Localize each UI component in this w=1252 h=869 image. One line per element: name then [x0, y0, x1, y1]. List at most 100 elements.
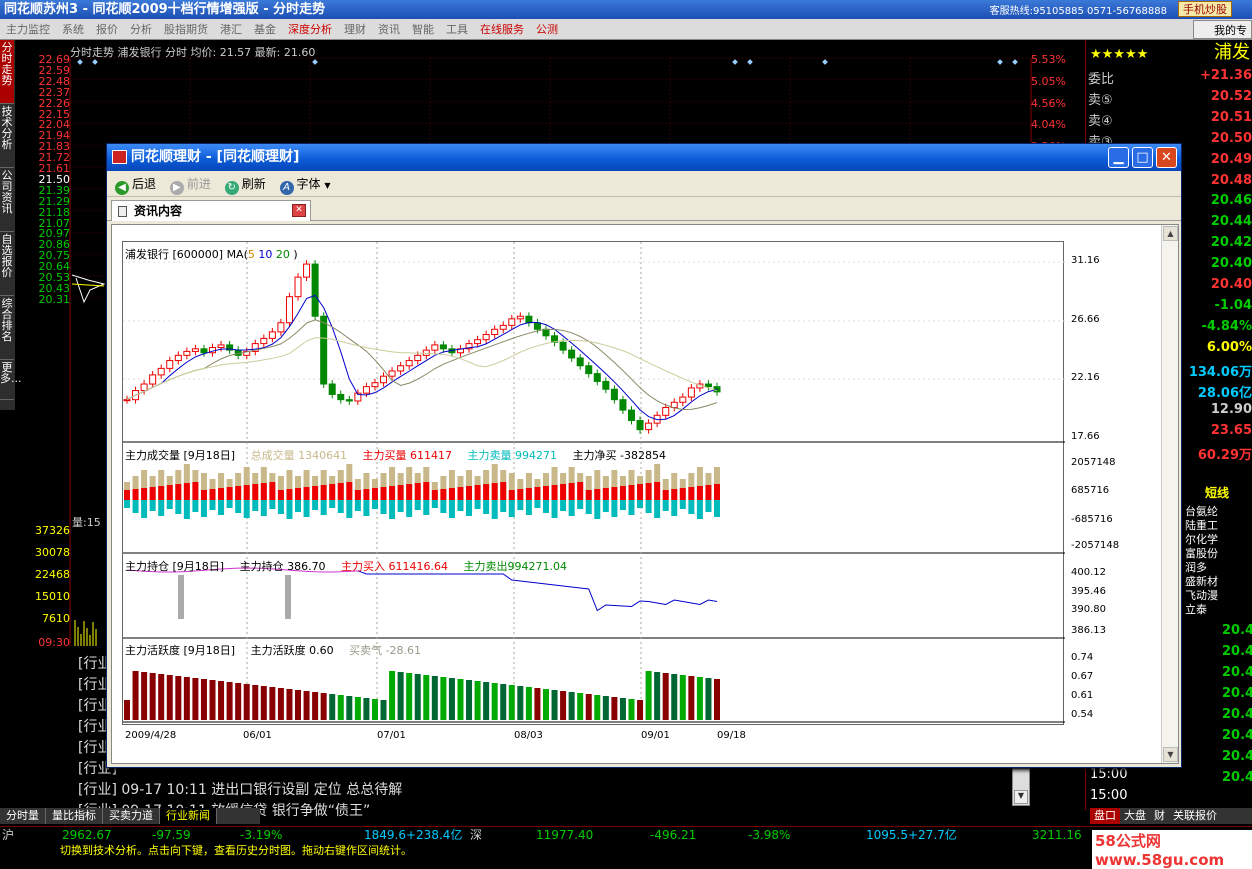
axis-label: 685716	[1071, 485, 1109, 496]
right-tab-0[interactable]: 盘口	[1090, 808, 1120, 824]
scroll-down-icon[interactable]: ▼	[1014, 790, 1028, 804]
panel-item: 主力持仓 386.70	[236, 560, 325, 573]
finance-popup-window: 同花顺理财 - [同花顺理财] ▁ □ ✕ ◀后退 ▶前进 ↻刷新 A字体 ▼ …	[106, 143, 1182, 768]
right-tab-3[interactable]: 关联报价	[1169, 808, 1221, 824]
menu-item-12[interactable]: 在线服务	[474, 19, 530, 40]
stock-list-item[interactable]: 立泰	[1185, 601, 1207, 617]
bottom-tabs: 分时量量比指标买卖力道行业新闻	[0, 808, 260, 824]
quote-row-value: -4.84%	[1202, 319, 1252, 334]
activity-bar	[363, 698, 369, 720]
right-tab-1[interactable]: 大盘	[1120, 808, 1150, 824]
buy-volume-bar	[244, 485, 250, 500]
back-label: 后退	[132, 177, 156, 191]
tab-label: 资讯内容	[134, 204, 182, 218]
activity-bar	[646, 671, 652, 720]
sell-volume-bar	[552, 500, 558, 518]
menu-item-13[interactable]: 公测	[530, 19, 564, 40]
menu-item-4[interactable]: 股指期货	[158, 19, 214, 40]
sell-volume-bar	[235, 500, 241, 513]
bottom-tab-0[interactable]: 分时量	[0, 808, 46, 824]
close-button[interactable]: ✕	[1156, 147, 1177, 168]
candle-body	[346, 400, 352, 401]
forward-arrow-icon: ▶	[170, 181, 184, 195]
scroll-up-icon[interactable]: ▲	[1163, 226, 1178, 241]
my-stock-button[interactable]: 我的专	[1193, 20, 1252, 39]
activity-bar	[492, 683, 498, 720]
activity-bar	[355, 697, 361, 720]
sell-volume-bar	[654, 500, 660, 518]
maximize-button[interactable]: □	[1132, 147, 1153, 168]
phone-trade-button[interactable]: 手机炒股	[1178, 1, 1232, 17]
menu-item-0[interactable]: 主力监控	[0, 19, 56, 40]
buy-volume-bar	[150, 487, 156, 500]
candle-body	[569, 350, 575, 358]
axis-label: 31.16	[1071, 255, 1100, 266]
sh-change: -97.59	[152, 827, 191, 844]
bottom-tab-1[interactable]: 量比指标	[46, 808, 103, 824]
menu-item-9[interactable]: 资讯	[372, 19, 406, 40]
tab-news-content[interactable]: 资讯内容 ✕	[111, 200, 311, 221]
menu-item-6[interactable]: 基金	[248, 19, 282, 40]
sell-volume-bar	[697, 500, 703, 519]
content-scrollbar[interactable]: ▲ ▼	[1161, 225, 1178, 763]
buy-volume-bar	[517, 489, 523, 500]
menu-item-11[interactable]: 工具	[440, 19, 474, 40]
popup-title: 同花顺理财 - [同花顺理财]	[131, 149, 299, 165]
buy-volume-bar	[227, 487, 233, 500]
tab-close-icon[interactable]: ✕	[292, 204, 306, 217]
menu-item-5[interactable]: 港汇	[214, 19, 248, 40]
forward-label: 前进	[187, 177, 211, 191]
refresh-button[interactable]: ↻刷新	[225, 175, 266, 195]
date-label: 2009/4/28	[125, 730, 176, 741]
buy-volume-bar	[594, 489, 600, 500]
ma20-line	[127, 338, 717, 400]
activity-bar	[329, 694, 335, 720]
popup-title-bar[interactable]: 同花顺理财 - [同花顺理财] ▁ □ ✕	[107, 144, 1181, 171]
time-axis-label: 09:30	[16, 636, 70, 649]
buy-volume-bar	[440, 489, 446, 500]
minimize-button[interactable]: ▁	[1108, 147, 1129, 168]
app-logo-icon	[112, 150, 127, 164]
news-item[interactable]: [行业] 09-17 10:11 进出口银行设副 定位 总总待解	[78, 780, 1028, 801]
forward-button[interactable]: ▶前进	[170, 175, 211, 195]
sell-volume-bar	[338, 500, 344, 513]
candle-body	[398, 366, 404, 371]
candle-body	[218, 345, 224, 348]
sell-volume-bar	[663, 500, 669, 511]
buy-volume-bar	[141, 488, 147, 500]
menu-item-2[interactable]: 报价	[90, 19, 124, 40]
sell-volume-bar	[167, 500, 173, 509]
news-scrollbar[interactable]: ▼	[1012, 768, 1030, 806]
stock-list-value: 20.4	[1222, 749, 1252, 764]
menu-item-1[interactable]: 系统	[56, 19, 90, 40]
sell-volume-bar	[372, 500, 378, 509]
menu-item-8[interactable]: 理财	[338, 19, 372, 40]
candle-body	[440, 345, 446, 349]
menu-item-10[interactable]: 智能	[406, 19, 440, 40]
axis-label: 0.61	[1071, 690, 1093, 701]
quote-row-value: 20.52	[1211, 89, 1252, 104]
font-button[interactable]: A字体 ▼	[280, 175, 341, 195]
menu-item-7[interactable]: 深度分析	[282, 19, 338, 40]
candle-body	[577, 358, 583, 366]
sh-amount: 1849.6+238.4亿	[364, 827, 462, 844]
sz-amount: 1095.5+27.7亿	[866, 827, 957, 844]
holding-panel-header: 主力持仓 [9月18日] 主力持仓 386.70 主力买入 611416.64 …	[125, 558, 567, 574]
menu-item-3[interactable]: 分析	[124, 19, 158, 40]
back-button[interactable]: ◀后退	[115, 175, 156, 195]
pct-axis-label: 5.53%	[1031, 53, 1079, 66]
quote-row-value: -1.04	[1215, 298, 1252, 313]
buy-volume-bar	[398, 485, 404, 500]
sell-volume-bar	[457, 500, 463, 511]
bottom-tab-2[interactable]: 买卖力道	[103, 808, 160, 824]
buy-volume-bar	[611, 487, 617, 500]
bottom-tab-3[interactable]: 行业新闻	[160, 808, 217, 824]
sell-volume-bar	[286, 500, 292, 519]
activity-bar	[466, 680, 472, 720]
sell-volume-bar	[124, 500, 130, 508]
activity-bar	[201, 679, 207, 720]
stock-chart-frame: 浦发银行 [600000] MA(5 10 20 ) 主力成交量 [9月18日]…	[122, 241, 1064, 725]
scroll-down-icon[interactable]: ▼	[1163, 747, 1178, 762]
activity-panel-header: 主力活跃度 [9月18日] 主力活跃度 0.60 买卖气 -28.61	[125, 642, 421, 658]
right-tab-2[interactable]: 财	[1150, 808, 1169, 824]
